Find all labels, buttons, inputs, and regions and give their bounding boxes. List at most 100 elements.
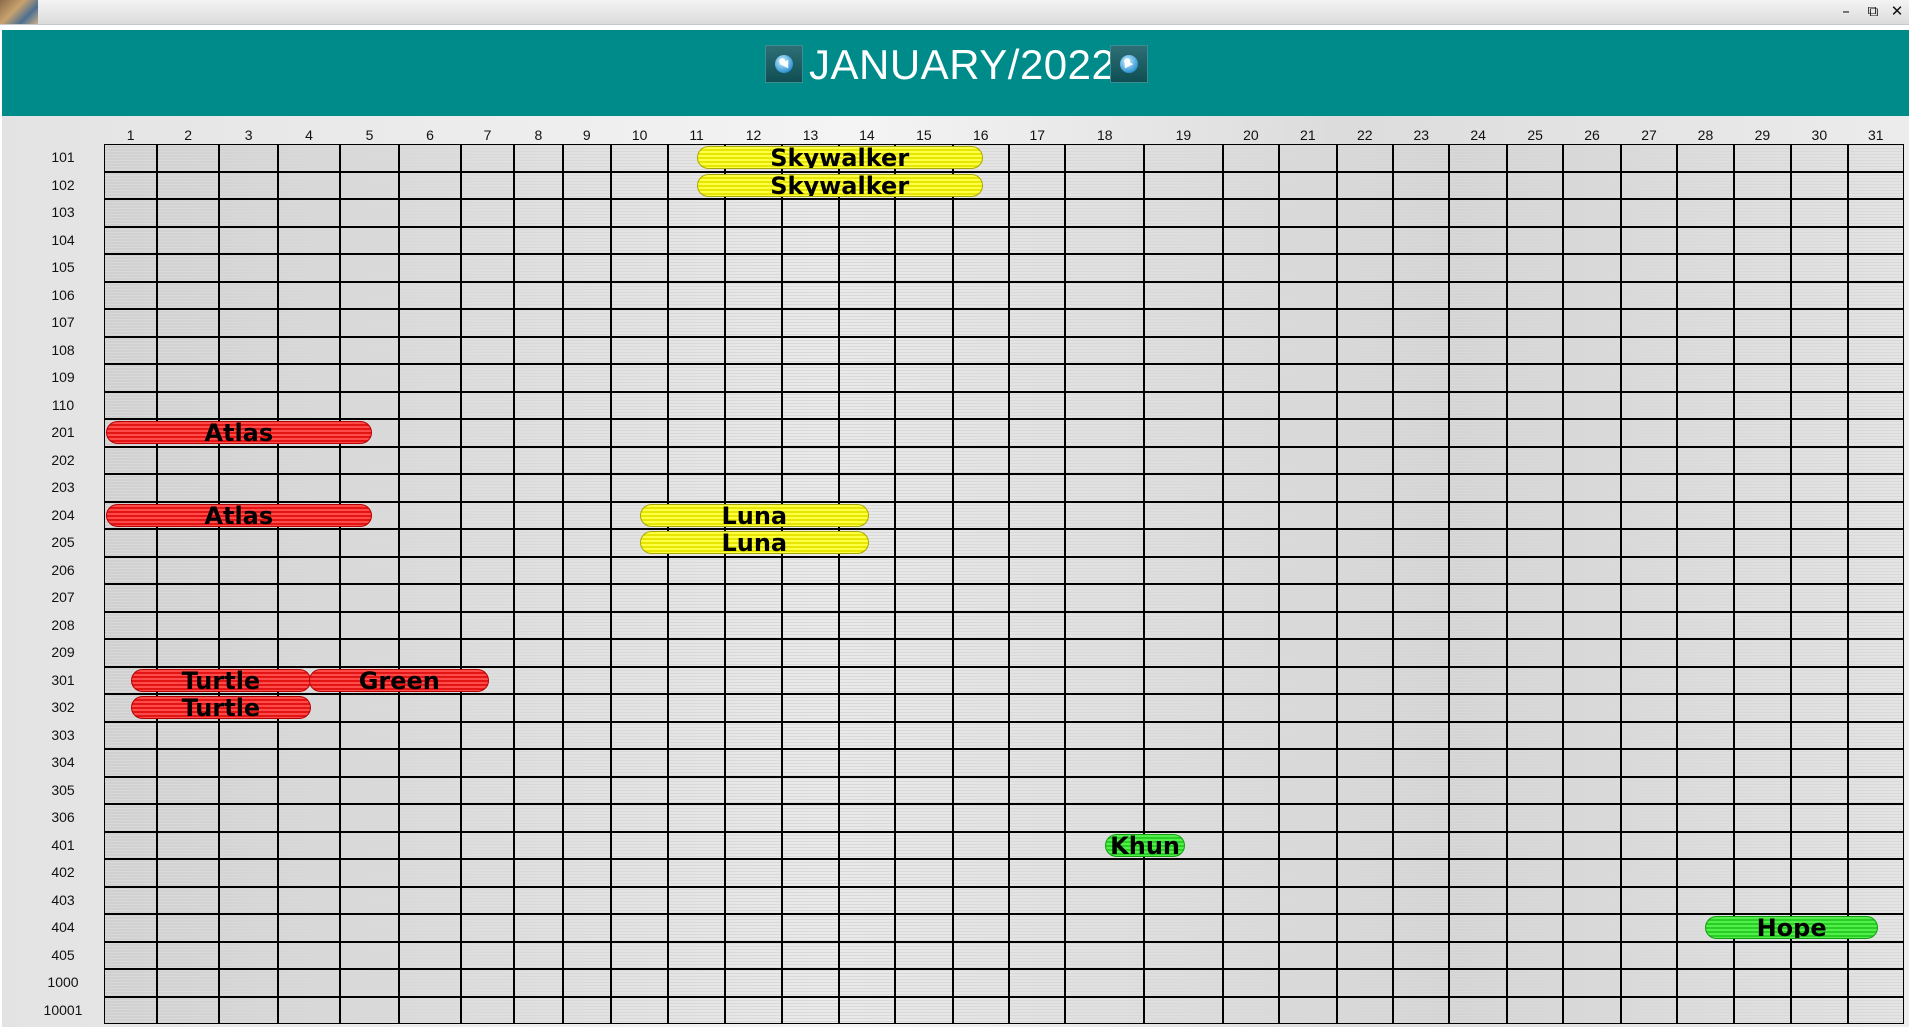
room-label: 108 — [51, 341, 75, 358]
grid-row-line — [104, 858, 1904, 860]
booking-turtle[interactable]: Turtle — [130, 668, 312, 692]
grid-row-line — [104, 583, 1904, 585]
grid-row-line — [104, 308, 1904, 310]
day-header: 17 — [1029, 127, 1046, 143]
day-header: 30 — [1811, 127, 1828, 143]
room-label: 305 — [51, 781, 75, 798]
day-header: 25 — [1527, 127, 1543, 143]
day-header: 14 — [859, 127, 875, 143]
grid-row-line — [104, 693, 1904, 695]
day-header: 13 — [802, 127, 819, 143]
prev-arrow-icon: ◀ — [775, 55, 793, 73]
next-arrow-icon: ▶ — [1120, 55, 1138, 73]
grid-row-line — [104, 418, 1904, 420]
day-header: 16 — [973, 127, 989, 143]
room-label: 106 — [51, 286, 75, 303]
grid-row-line — [104, 803, 1904, 805]
room-label: 103 — [51, 204, 75, 221]
room-label: 105 — [51, 259, 75, 276]
grid-row-line — [104, 968, 1904, 970]
day-header: 15 — [916, 127, 932, 143]
booking-khun[interactable]: Khun — [1104, 833, 1186, 857]
grid-row-line — [104, 253, 1904, 255]
day-header: 11 — [689, 127, 704, 143]
prev-month-button[interactable]: ◀ — [765, 45, 803, 83]
booking-hope[interactable]: Hope — [1705, 916, 1878, 940]
next-month-button[interactable]: ▶ — [1110, 45, 1148, 83]
day-header: 6 — [426, 127, 434, 143]
day-header: 22 — [1357, 127, 1373, 143]
day-header: 7 — [483, 127, 492, 143]
room-label: 107 — [51, 314, 75, 331]
booking-skywalker[interactable]: Skywalker — [696, 173, 983, 197]
booking-green[interactable]: Green — [309, 668, 490, 692]
day-header: 1 — [126, 127, 135, 143]
grid-row-line — [104, 885, 1904, 888]
grid-row-line — [104, 198, 1904, 200]
grid-row-line — [104, 445, 1904, 448]
room-label: 301 — [51, 671, 75, 688]
room-label: 207 — [51, 589, 75, 606]
day-header: 26 — [1584, 127, 1600, 143]
grid-row-line — [104, 335, 1904, 338]
room-label: 1000 — [47, 974, 79, 991]
grid-row-line — [104, 830, 1904, 833]
booking-skywalker[interactable]: Skywalker — [696, 146, 983, 170]
room-label: 405 — [51, 946, 75, 963]
window-title-bar: – ⧉ ✕ — [0, 0, 1909, 25]
grid-row-line — [104, 720, 1904, 723]
day-header: 8 — [534, 127, 543, 143]
day-header: 18 — [1096, 127, 1113, 143]
day-header: 10 — [631, 127, 648, 143]
day-header: 4 — [305, 127, 313, 143]
grid-row-line — [104, 913, 1904, 915]
day-header: 12 — [745, 127, 762, 143]
room-label: 208 — [51, 616, 75, 633]
room-label: 401 — [51, 836, 75, 853]
day-header: 21 — [1300, 127, 1316, 143]
room-label: 109 — [51, 369, 75, 386]
day-header: 2 — [184, 127, 193, 143]
grid-row-line — [104, 638, 1904, 640]
app-icon — [0, 0, 38, 24]
room-label: 110 — [51, 396, 75, 413]
room-label: 304 — [51, 754, 75, 771]
room-label: 102 — [51, 176, 75, 193]
booking-atlas[interactable]: Atlas — [106, 503, 372, 527]
day-header: 20 — [1243, 127, 1259, 143]
room-label: 402 — [51, 864, 75, 881]
room-label: 302 — [51, 699, 75, 716]
booking-atlas[interactable]: Atlas — [106, 421, 372, 445]
day-header: 27 — [1641, 127, 1657, 143]
booking-luna[interactable]: Luna — [639, 531, 869, 555]
minimize-button[interactable]: – — [1835, 0, 1857, 22]
room-label: 205 — [51, 534, 75, 551]
restore-button[interactable]: ⧉ — [1862, 0, 1884, 22]
room-label: 403 — [51, 891, 75, 908]
booking-turtle[interactable]: Turtle — [130, 696, 312, 720]
room-label: 104 — [51, 231, 75, 248]
grid-row-line — [104, 528, 1904, 530]
grid-row-line — [104, 390, 1904, 393]
day-header: 3 — [244, 127, 253, 143]
grid-row-line — [104, 500, 1904, 503]
day-header: 5 — [365, 127, 374, 143]
month-header: ◀ JANUARY/2022 ▶ — [2, 30, 1909, 116]
room-label: 204 — [51, 506, 75, 523]
room-label: 202 — [51, 451, 75, 468]
month-title: JANUARY/2022 — [809, 41, 1116, 88]
booking-luna[interactable]: Luna — [639, 503, 869, 527]
room-label: 303 — [51, 726, 75, 743]
grid-row-line — [104, 995, 1904, 998]
grid-row-line — [104, 555, 1904, 558]
room-label: 306 — [51, 809, 75, 826]
room-label: 206 — [51, 561, 75, 578]
grid-row-line — [104, 170, 1904, 173]
day-header: 23 — [1413, 127, 1430, 143]
grid-row-line — [104, 225, 1904, 228]
grid-row-line — [104, 473, 1904, 475]
room-label: 101 — [51, 149, 75, 166]
room-label: 209 — [51, 644, 75, 661]
grid-row-line — [104, 748, 1904, 750]
close-button[interactable]: ✕ — [1886, 0, 1908, 22]
